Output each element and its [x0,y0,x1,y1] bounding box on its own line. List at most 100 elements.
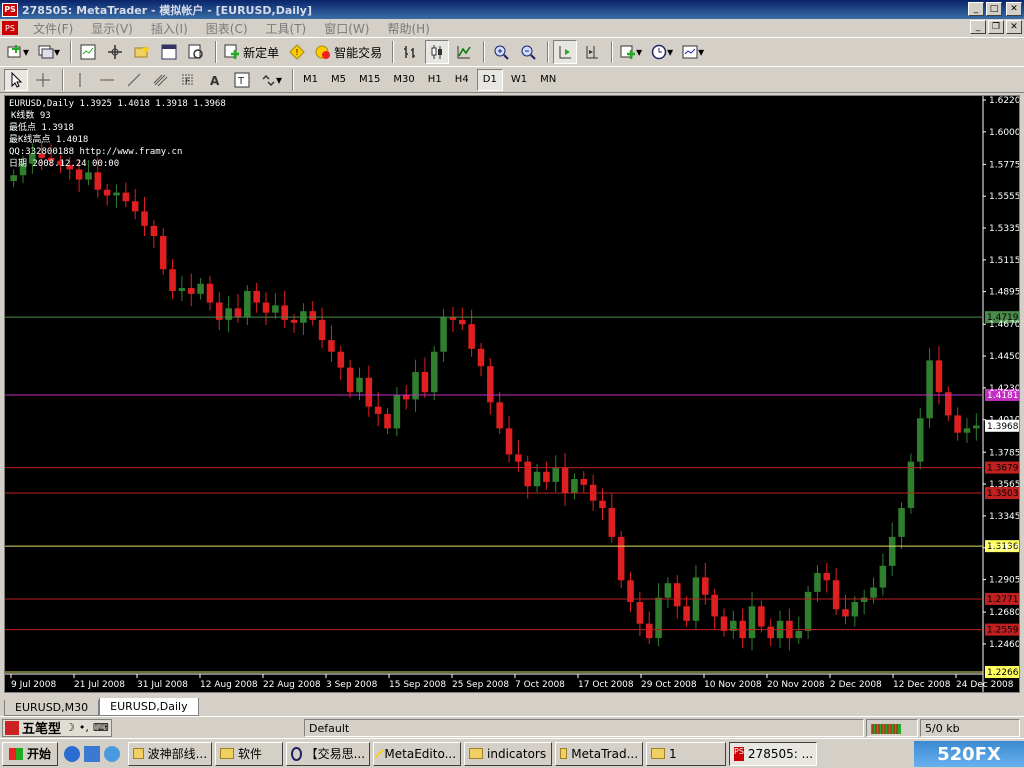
date-tick-label: 22 Aug 2008 [263,680,321,690]
horizontal-line-button[interactable] [95,69,119,91]
chart-info-contact: QQ:332800188 http://www.framy.cn [9,147,183,157]
candle-body [524,461,531,487]
ime-moon-icon: ☽ [65,721,75,734]
timeframe-m5[interactable]: M5 [326,69,351,91]
task-item-0[interactable]: 波神部线... [128,741,213,766]
periods-button[interactable]: ▾ [648,40,676,64]
crosshair-tool-button[interactable] [31,69,55,91]
candle-body [85,172,92,180]
menu-insert[interactable]: 插入(I) [142,20,197,37]
task-item-2[interactable]: 【交易思... [286,741,371,766]
new-chart-button[interactable]: ▾ [4,40,32,64]
auto-scroll-button[interactable] [553,40,578,64]
price-tick-label: 1.3125 [989,544,1019,554]
timeframe-mn[interactable]: MN [535,69,561,91]
date-tick-label: 31 Jul 2008 [137,680,188,690]
vertical-line-icon [79,72,81,87]
outlook-icon[interactable] [84,745,101,762]
ime-punct-icon: •, [78,721,89,734]
ime-bar[interactable]: 五笔型 ☽ •, ⌨ [2,718,112,737]
timeframe-h4[interactable]: H4 [450,69,474,91]
trendline-button[interactable] [122,69,146,91]
date-tick-label: 21 Jul 2008 [74,680,125,690]
line-chart-button[interactable] [452,40,476,64]
candle-body [879,565,887,588]
cursor-tool-button[interactable] [4,68,28,91]
toolbar-separator [392,41,395,63]
profiles-button[interactable]: ▾ [35,40,63,64]
bar-chart-button[interactable] [398,40,422,64]
zoom-in-button[interactable] [489,40,513,64]
tab-eurusd-daily[interactable]: EURUSD,Daily [99,698,199,716]
data-window-button[interactable] [130,40,154,64]
doc-minimize-button[interactable]: _ [970,20,986,34]
candle-body [477,348,485,367]
candle-body [159,235,167,270]
menu-view[interactable]: 显示(V) [82,20,142,37]
zoom-in-icon [494,45,509,60]
price-tick-label: 1.3345 [989,512,1019,522]
fibonacci-button[interactable]: F [176,69,200,91]
candle-body [954,415,961,433]
date-tick-label: 10 Nov 2008 [704,680,762,690]
text-tool-button[interactable]: A [203,69,227,91]
indicators-button[interactable]: ▾ [617,40,645,64]
candle-body [421,371,429,393]
maximize-button[interactable]: □ [986,2,1002,16]
timeframe-m1[interactable]: M1 [298,69,323,91]
menu-file[interactable]: 文件(F) [24,20,82,37]
level-label: 1.2266 [987,668,1019,678]
navigator-button[interactable] [103,40,127,64]
zoom-out-button[interactable] [516,40,540,64]
strategy-tester-button[interactable] [184,40,208,64]
doc-restore-button[interactable]: ❐ [988,20,1004,34]
candle-body [916,418,924,462]
folder-icon [469,748,484,759]
connection-bars-icon [866,719,918,737]
timeframe-w1[interactable]: W1 [506,69,532,91]
terminal-icon [161,44,177,60]
doc-icon[interactable]: PS [2,21,18,35]
new-order-button[interactable]: 新定单 [221,40,282,64]
timeframe-h1[interactable]: H1 [423,69,447,91]
price-chart[interactable]: 1.4719 1.4181 1.3679 1.3503 1.3136 1.2771 1.25… [4,95,1020,693]
timeframe-m30[interactable]: M30 [388,69,419,91]
templates-button[interactable]: ▾ [679,40,707,64]
timeframe-m15[interactable]: M15 [354,69,385,91]
task-item-4[interactable]: indicators [464,741,553,766]
arrows-button[interactable]: ▾ [257,69,285,91]
menu-tools[interactable]: 工具(T) [257,20,316,37]
text-label-button[interactable]: T [230,69,254,91]
candlestick-button[interactable] [425,40,450,64]
doc-close-button[interactable]: ✕ [1006,20,1022,34]
metaeditor-button[interactable]: ! [285,40,309,64]
tab-eurusd-m30[interactable]: EURUSD,M30 [4,700,100,716]
status-bar: 五笔型 ☽ •, ⌨ Default 5/0 kb [0,716,1024,738]
toolbar-separator [611,41,614,63]
market-watch-button[interactable] [76,40,100,64]
task-item-5[interactable]: MetaTrad... [555,741,644,766]
expert-advisors-button[interactable]: 智能交易 [312,40,385,64]
candle-body [580,479,588,485]
vertical-line-button[interactable] [68,69,92,91]
chart-shift-button[interactable] [580,40,604,64]
task-item-1[interactable]: 软件 [215,741,284,766]
channel-button[interactable] [149,69,173,91]
timeframe-d1[interactable]: D1 [476,68,503,91]
task-item-label: 波神部线... [147,747,208,761]
close-button[interactable]: ✕ [1006,2,1022,16]
task-item-3[interactable]: MetaEdito... [373,741,462,766]
task-item-6[interactable]: 1 [646,741,727,766]
price-tick-label: 1.6220 [989,96,1019,106]
minimize-button[interactable]: _ [968,2,984,16]
menu-window[interactable]: 窗口(W) [315,20,378,37]
explorer-icon[interactable] [104,745,121,762]
ie-icon[interactable] [64,745,81,762]
start-button[interactable]: 开始 [2,741,59,766]
task-item-7[interactable]: PS 278505: ... [729,741,818,766]
terminal-button[interactable] [157,40,181,64]
metaeditor-icon [374,748,384,759]
menu-help[interactable]: 帮助(H) [378,20,438,37]
candle-body [851,601,859,617]
menu-charts[interactable]: 图表(C) [197,20,257,37]
